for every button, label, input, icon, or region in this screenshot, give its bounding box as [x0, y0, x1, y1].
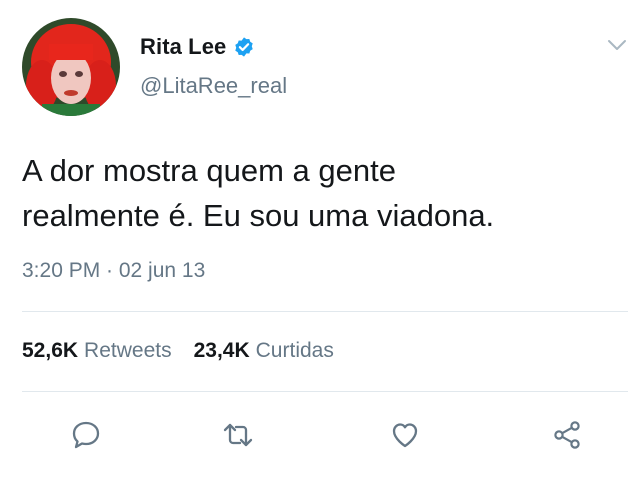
- action-bar: [0, 417, 638, 457]
- tweet-card: Rita Lee @LitaRee_real A dor mostra quem…: [0, 0, 638, 480]
- verified-badge-icon: [233, 36, 255, 58]
- retweet-icon: [221, 418, 255, 457]
- likes-count: 23,4K: [193, 339, 250, 362]
- retweets-label: Retweets: [84, 339, 172, 362]
- user-handle[interactable]: @LitaRee_real: [140, 73, 287, 99]
- reply-button[interactable]: [66, 417, 106, 457]
- chevron-down-icon[interactable]: [606, 37, 628, 53]
- retweets-stat[interactable]: 52,6K Retweets: [22, 339, 172, 363]
- avatar-image: [22, 18, 120, 116]
- retweets-count: 52,6K: [22, 339, 79, 362]
- tweet-text: A dor mostra quem a gente realmente é. E…: [22, 153, 495, 233]
- display-name[interactable]: Rita Lee: [140, 34, 226, 60]
- author-name-row: Rita Lee: [140, 34, 255, 60]
- divider: [22, 311, 628, 312]
- like-button[interactable]: [385, 417, 425, 457]
- tweet-timestamp[interactable]: 3:20 PM · 02 jun 13: [22, 259, 205, 283]
- avatar[interactable]: [22, 18, 120, 116]
- share-button[interactable]: [547, 417, 587, 457]
- tweet-stats: 52,6K Retweets 23,4K Curtidas: [22, 339, 356, 363]
- divider: [22, 391, 628, 392]
- reply-icon: [69, 418, 103, 457]
- likes-stat[interactable]: 23,4K Curtidas: [194, 339, 334, 363]
- share-icon: [550, 418, 584, 457]
- retweet-button[interactable]: [218, 417, 258, 457]
- heart-icon: [388, 418, 422, 457]
- likes-label: Curtidas: [255, 339, 334, 362]
